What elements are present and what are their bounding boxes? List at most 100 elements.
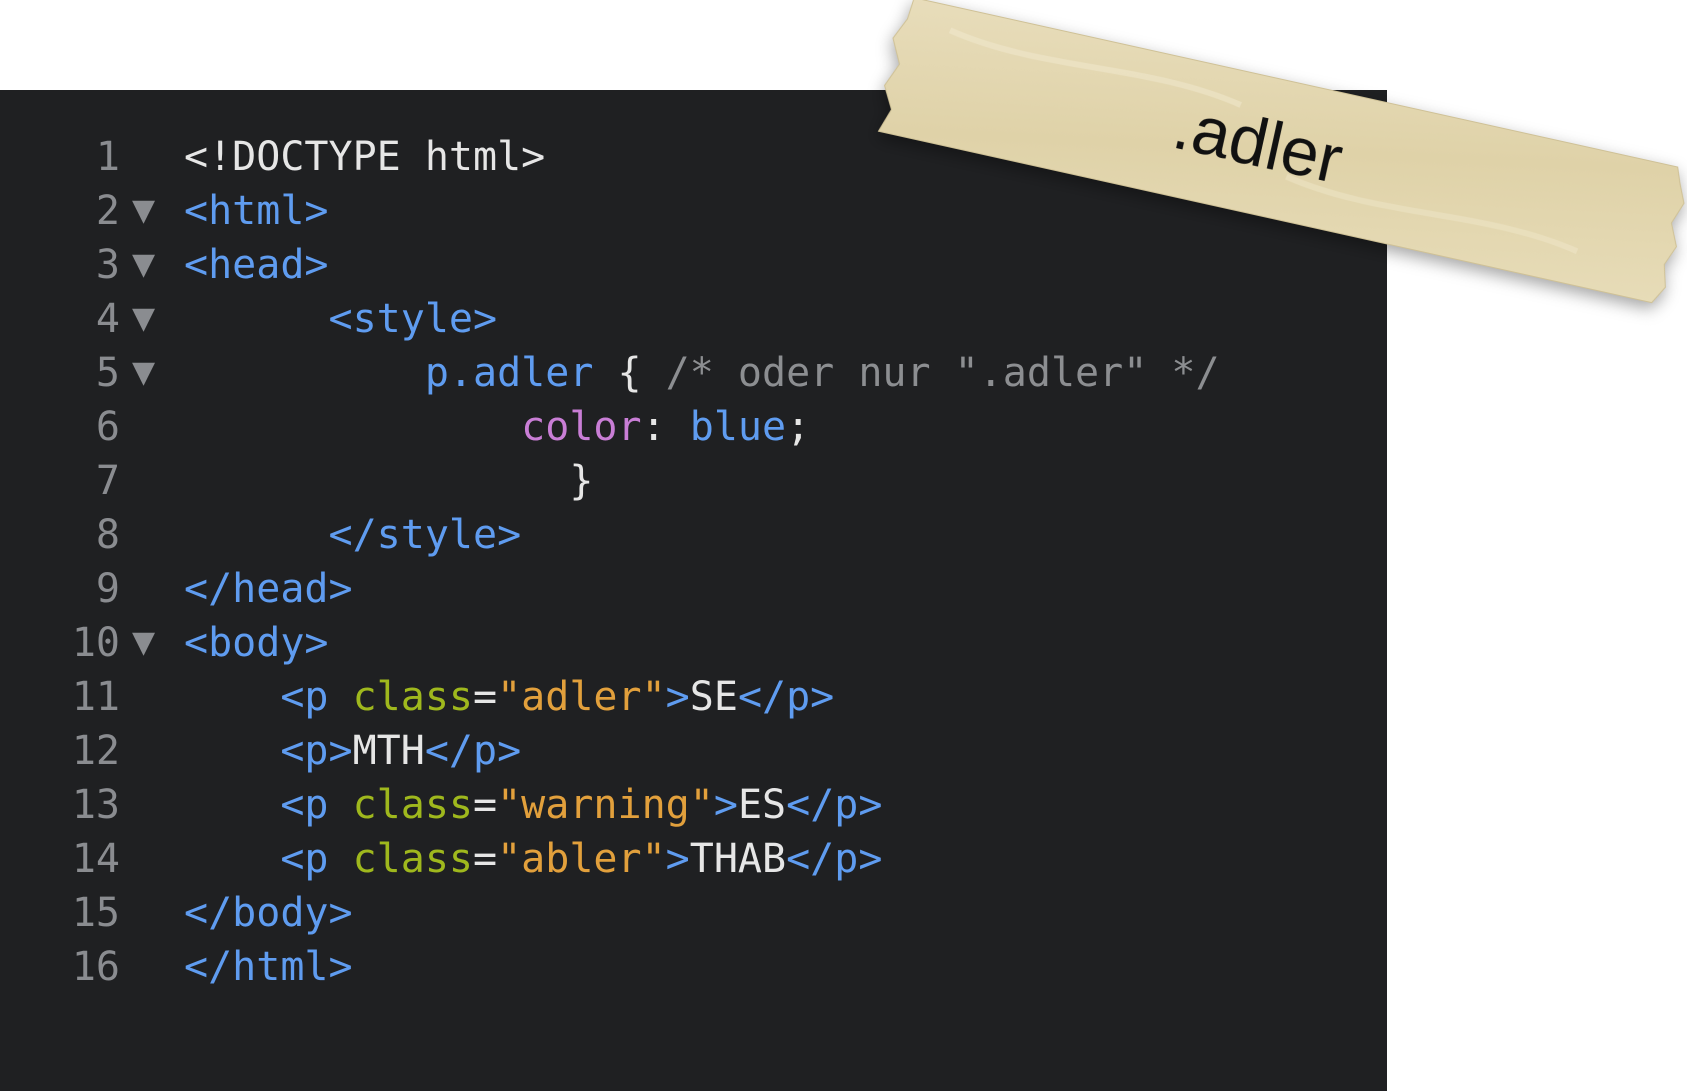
line-number: 16 <box>71 944 120 990</box>
fold-arrow-icon[interactable]: ▼ <box>132 616 162 670</box>
line-number: 1 <box>95 134 120 180</box>
code-token: </p> <box>424 728 522 774</box>
code-line[interactable]: 6 color: blue; <box>0 400 1387 454</box>
code-token: <p <box>280 836 353 882</box>
code-text: <html> <box>184 184 329 238</box>
fold-arrow-icon[interactable]: ▼ <box>132 238 162 292</box>
code-token: "warning" <box>497 782 714 828</box>
code-line[interactable]: 13 <p class="warning">ES</p> <box>0 778 1387 832</box>
code-token: > <box>665 836 690 882</box>
fold-arrow-icon[interactable]: ▼ <box>132 184 162 238</box>
code-line[interactable]: 9 </head> <box>0 562 1387 616</box>
code-token: } <box>569 458 594 504</box>
line-number: 2 <box>95 188 120 234</box>
code-token: p.adler <box>424 350 594 396</box>
line-number: 5 <box>95 350 120 396</box>
code-text: } <box>184 454 593 508</box>
code-text: p.adler { /* oder nur ".adler" */ <box>184 346 1220 400</box>
line-number: 12 <box>71 728 120 774</box>
line-number: 8 <box>95 512 120 558</box>
code-token: ; <box>786 404 811 450</box>
code-token: <!DOCTYPE html> <box>184 134 546 180</box>
line-number: 14 <box>71 836 120 882</box>
code-token: /* oder nur ".adler" */ <box>665 350 1220 396</box>
code-token: </p> <box>737 674 835 720</box>
code-text: </head> <box>184 562 353 616</box>
line-number: 11 <box>71 674 120 720</box>
code-token: <p <box>280 674 353 720</box>
code-text: <p class="adler">SE</p> <box>184 670 834 724</box>
line-number: 7 <box>95 458 120 504</box>
code-token: <html> <box>184 188 329 234</box>
code-token: = <box>473 782 498 828</box>
code-text: <p class="abler">THAB</p> <box>184 832 882 886</box>
fold-arrow-icon[interactable]: ▼ <box>132 346 162 400</box>
code-token: <style> <box>328 296 498 342</box>
line-number: 4 <box>95 296 120 342</box>
line-number: 15 <box>71 890 120 936</box>
code-text: <p>MTH</p> <box>184 724 521 778</box>
code-token: > <box>665 674 690 720</box>
fold-arrow-icon[interactable]: ▼ <box>132 292 162 346</box>
code-token: = <box>473 674 498 720</box>
code-token: "adler" <box>497 674 666 720</box>
code-token: </style> <box>328 512 522 558</box>
code-token: { <box>593 350 666 396</box>
code-line[interactable]: 11 <p class="adler">SE</p> <box>0 670 1387 724</box>
code-token: <p> <box>280 728 353 774</box>
code-token: </p> <box>786 782 883 828</box>
code-token: = <box>473 836 498 882</box>
code-token: class <box>352 782 473 828</box>
code-token: "abler" <box>497 836 666 882</box>
code-text: <body> <box>184 616 329 670</box>
code-text: </style> <box>184 508 522 562</box>
code-token: : <box>641 404 690 450</box>
code-line[interactable]: 16 </html> <box>0 940 1387 994</box>
code-token: color <box>521 404 642 450</box>
code-editor[interactable]: 1 <!DOCTYPE html> 2 ▼ <html> 3 ▼ <head> 4 ▼ <styl… <box>0 90 1387 1091</box>
code-token: <head> <box>184 242 329 288</box>
code-token: </body> <box>184 890 353 936</box>
code-token: MTH <box>352 728 425 774</box>
line-number: 9 <box>95 566 120 612</box>
code-line[interactable]: 5 ▼ p.adler { /* oder nur ".adler" */ <box>0 346 1387 400</box>
line-number: 6 <box>95 404 120 450</box>
code-line[interactable]: 10 ▼ <body> <box>0 616 1387 670</box>
line-number: 3 <box>95 242 120 288</box>
code-line[interactable]: 15 </body> <box>0 886 1387 940</box>
code-text: <p class="warning">ES</p> <box>184 778 882 832</box>
code-token: SE <box>689 674 738 720</box>
code-token: </head> <box>184 566 353 612</box>
code-line[interactable]: 3 ▼ <head> <box>0 238 1387 292</box>
code-token: > <box>713 782 738 828</box>
code-text: </html> <box>184 940 353 994</box>
code-text: </body> <box>184 886 353 940</box>
line-number: 10 <box>71 620 120 666</box>
code-token: <p <box>280 782 353 828</box>
code-token: <body> <box>184 620 329 666</box>
code-token: class <box>352 836 473 882</box>
code-line[interactable]: 4 ▼ <style> <box>0 292 1387 346</box>
code-line[interactable]: 14 <p class="abler">THAB</p> <box>0 832 1387 886</box>
code-token: THAB <box>689 836 787 882</box>
code-line[interactable]: 7 } <box>0 454 1387 508</box>
code-text: <!DOCTYPE html> <box>184 130 545 184</box>
code-text: color: blue; <box>184 400 810 454</box>
code-line[interactable]: 8 </style> <box>0 508 1387 562</box>
code-token: class <box>352 674 473 720</box>
code-token: </html> <box>184 944 353 990</box>
code-token: ES <box>737 782 787 828</box>
line-number: 13 <box>71 782 120 828</box>
code-text: <head> <box>184 238 329 292</box>
code-token: </p> <box>786 836 883 882</box>
code-token: blue <box>689 404 787 450</box>
code-line[interactable]: 12 <p>MTH</p> <box>0 724 1387 778</box>
